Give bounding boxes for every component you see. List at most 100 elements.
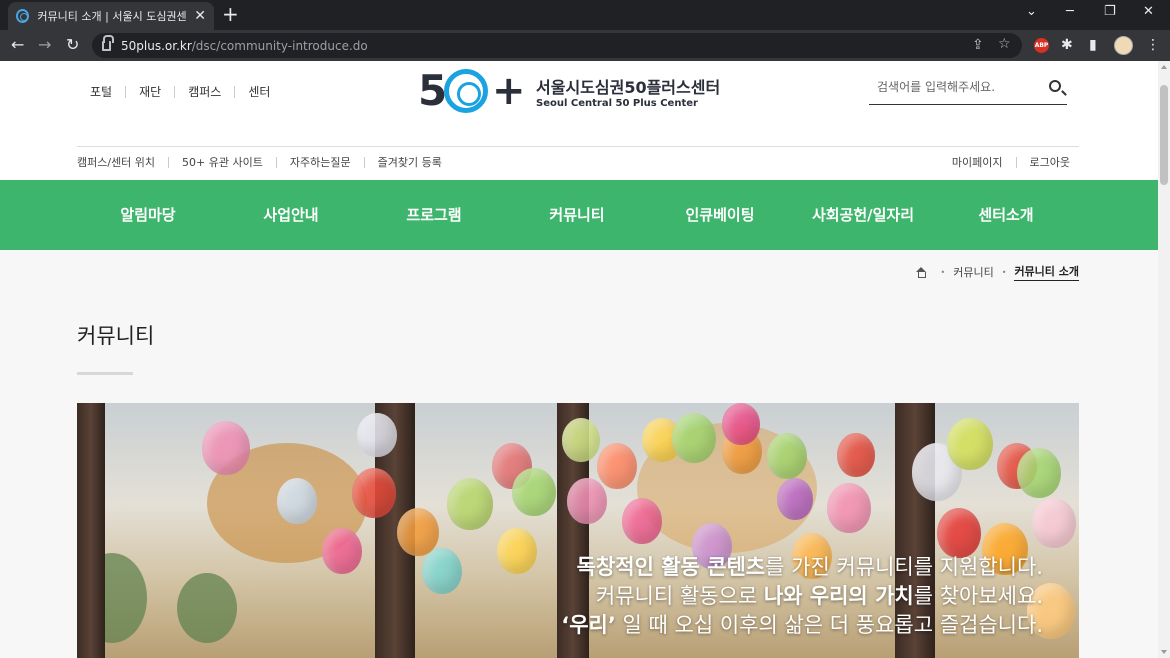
hero-text-line-1: 독창적인 활동 콘텐츠를 가진 커뮤니티를 지원합니다. xyxy=(577,551,1043,581)
balloon xyxy=(947,418,993,470)
mypage-link[interactable]: 마이페이지 xyxy=(939,157,1016,168)
address-bar[interactable]: 50plus.or.kr/dsc/community-introduce.do … xyxy=(92,33,1022,58)
balloon xyxy=(322,528,362,574)
browser-menu-icon[interactable]: ⋮ xyxy=(1146,37,1160,53)
util-bookmark[interactable]: 즐겨찾기 등록 xyxy=(363,157,455,168)
gnb-notice[interactable]: 알림마당 xyxy=(120,180,175,250)
close-window-button[interactable]: ✕ xyxy=(1143,4,1154,19)
home-icon[interactable] xyxy=(915,266,927,278)
gnb-social-jobs[interactable]: 사회공헌/일자리 xyxy=(812,180,914,250)
site-logo[interactable]: 5 + 서울시도심권50플러스센터 Seoul Central 50 Plus … xyxy=(418,66,748,116)
balloon xyxy=(277,478,317,524)
window-frame xyxy=(77,403,105,658)
hero-line2-bold: 나와 우리의 가치 xyxy=(763,584,914,608)
balloon xyxy=(422,548,462,594)
utility-links: 캠퍼스/센터 위치 50+ 유관 사이트 자주하는질문 즐겨찾기 등록 xyxy=(77,157,455,168)
hero-text-line-2: 커뮤니티 활동으로 나와 우리의 가치를 찾아보세요. xyxy=(596,580,1043,610)
hero-line3-rest: 일 때 오십 이후의 삶은 더 풍요롭고 즐겁습니다. xyxy=(615,613,1043,637)
browser-tab-bar: 커뮤니티 소개 | 서울시 도심권센 ✕ + ⌄ ─ ❐ ✕ xyxy=(0,0,1170,30)
hero-line1-bold: 독창적인 활동 콘텐츠 xyxy=(576,555,766,579)
breadcrumb: • 커뮤니티 • 커뮤니티 소개 xyxy=(915,263,1079,281)
hero-line3-bold: ‘우리’ xyxy=(561,613,616,637)
util-faq[interactable]: 자주하는질문 xyxy=(275,157,364,168)
top-nav-foundation[interactable]: 재단 xyxy=(125,86,174,98)
balloon xyxy=(397,508,439,556)
balloon xyxy=(672,413,716,463)
breadcrumb-separator: • xyxy=(1001,267,1007,277)
evergreen-tree xyxy=(177,573,237,643)
adblock-plus-icon[interactable]: ABP xyxy=(1034,38,1049,53)
content-area: • 커뮤니티 • 커뮤니티 소개 커뮤니티 독창적인 활동 콘텐츠를 가진 커뮤… xyxy=(0,250,1158,658)
top-nav-portal[interactable]: 포털 xyxy=(90,86,125,98)
search-input[interactable] xyxy=(869,73,1039,101)
account-links: 마이페이지 로그아웃 xyxy=(939,157,1070,168)
logo-name-ko: 서울시도심권50플러스센터 xyxy=(536,78,721,97)
balloon xyxy=(1032,498,1076,548)
gnb-community[interactable]: 커뮤니티 xyxy=(549,180,604,250)
hero-line2-rest: 를 찾아보세요. xyxy=(913,584,1043,608)
side-panel-icon[interactable]: ▮ xyxy=(1089,37,1097,53)
balloon xyxy=(562,418,600,462)
hero-banner: 독창적인 활동 콘텐츠를 가진 커뮤니티를 지원합니다. 커뮤니티 활동으로 나… xyxy=(77,403,1079,658)
hero-line1-rest: 를 가진 커뮤니티를 지원합니다. xyxy=(765,555,1043,579)
hero-text-line-3: ‘우리’ 일 때 오십 이후의 삶은 더 풍요롭고 즐겁습니다. xyxy=(561,609,1043,639)
browser-toolbar: ← → ↻ 50plus.or.kr/dsc/community-introdu… xyxy=(0,30,1170,61)
balloon xyxy=(827,483,871,533)
gnb-business[interactable]: 사업안내 xyxy=(263,180,318,250)
gnb-incubating[interactable]: 인큐베이팅 xyxy=(685,180,754,250)
logo-ring-icon xyxy=(444,69,488,113)
balloon xyxy=(837,433,875,477)
new-tab-button[interactable]: + xyxy=(222,4,239,24)
extensions-icon[interactable]: ✱ xyxy=(1061,37,1073,53)
tab-search-icon[interactable]: ⌄ xyxy=(1026,4,1037,19)
top-nav-campus[interactable]: 캠퍼스 xyxy=(174,86,234,98)
main-nav: 알림마당 사업안내 프로그램 커뮤니티 인큐베이팅 사회공헌/일자리 센터소개 xyxy=(0,180,1158,250)
balloon xyxy=(497,528,537,574)
balloon xyxy=(357,413,397,457)
scroll-down-icon[interactable] xyxy=(1161,650,1167,654)
logo-plus: + xyxy=(492,68,526,114)
scroll-up-icon[interactable] xyxy=(1161,65,1167,69)
hero-line2-pre: 커뮤니티 활동으로 xyxy=(595,584,764,608)
balloon xyxy=(722,403,760,445)
balloon xyxy=(447,478,493,530)
gnb-program[interactable]: 프로그램 xyxy=(406,180,461,250)
reload-button[interactable]: ↻ xyxy=(66,36,79,54)
balloon xyxy=(597,443,637,489)
forward-button[interactable]: → xyxy=(38,36,51,54)
balloon xyxy=(512,468,556,516)
tab-title: 커뮤니티 소개 | 서울시 도심권센 xyxy=(37,10,187,23)
util-related-sites[interactable]: 50+ 유관 사이트 xyxy=(168,157,276,168)
bookmark-star-icon[interactable]: ☆ xyxy=(998,36,1011,52)
balloon xyxy=(567,478,607,524)
gnb-center-intro[interactable]: 센터소개 xyxy=(978,180,1033,250)
search-icon[interactable] xyxy=(1049,80,1061,92)
restore-button[interactable]: ❐ xyxy=(1104,4,1116,19)
header-divider xyxy=(77,146,1079,147)
top-nav-center[interactable]: 센터 xyxy=(234,86,283,98)
site-search xyxy=(869,73,1067,105)
util-campus-location[interactable]: 캠퍼스/센터 위치 xyxy=(77,157,168,168)
minimize-button[interactable]: ─ xyxy=(1066,4,1074,19)
scrollbar-thumb[interactable] xyxy=(1160,85,1168,185)
page-scrollbar[interactable] xyxy=(1158,61,1170,658)
profile-avatar[interactable] xyxy=(1114,36,1133,55)
site-favicon-icon xyxy=(16,9,30,23)
breadcrumb-community[interactable]: 커뮤니티 xyxy=(953,264,993,280)
balloon xyxy=(767,433,807,479)
breadcrumb-current[interactable]: 커뮤니티 소개 xyxy=(1014,263,1079,281)
url-path: /dsc/community-introduce.do xyxy=(191,38,368,53)
lock-icon[interactable] xyxy=(102,34,114,51)
logo-number: 5 xyxy=(418,66,448,115)
balloon xyxy=(352,468,396,518)
top-nav: 포털 재단 캠퍼스 센터 xyxy=(90,86,283,98)
share-icon[interactable]: ⇪ xyxy=(972,37,984,53)
tab-close-icon[interactable]: ✕ xyxy=(194,8,206,24)
balloon xyxy=(622,498,662,544)
logout-link[interactable]: 로그아웃 xyxy=(1015,157,1070,168)
browser-tab[interactable]: 커뮤니티 소개 | 서울시 도심권센 ✕ xyxy=(8,2,214,30)
url-host: 50plus.or.kr xyxy=(121,38,192,53)
logo-name-en: Seoul Central 50 Plus Center xyxy=(536,98,698,109)
back-button[interactable]: ← xyxy=(11,36,24,54)
balloon xyxy=(202,421,250,475)
